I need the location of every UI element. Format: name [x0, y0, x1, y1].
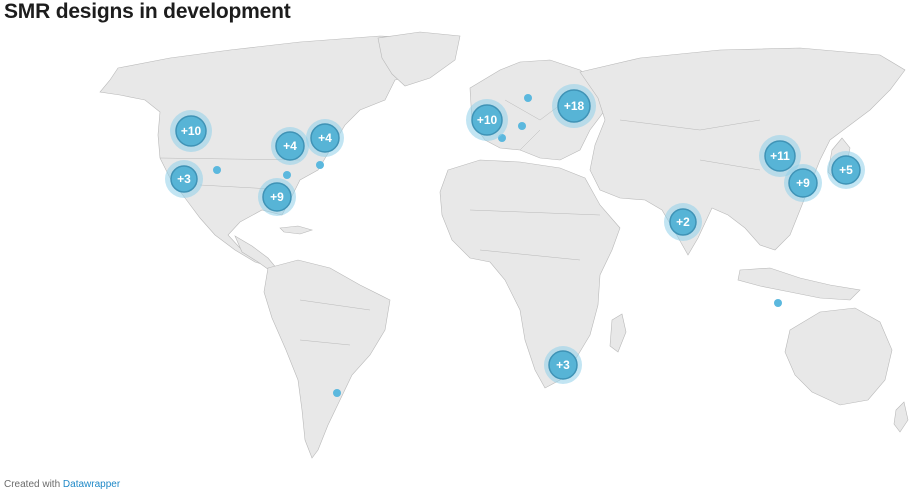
cluster-label: +11: [770, 149, 790, 163]
world-map: +10 +3 +4 +4 +9 +10 +18 +11 +9 +5 +2 +3: [99, 31, 909, 459]
cluster-label: +18: [564, 99, 585, 113]
dot-us-south: [283, 171, 291, 179]
datawrapper-link[interactable]: Datawrapper: [63, 479, 120, 490]
new-zealand-landmass: [893, 401, 909, 433]
cluster-south-africa[interactable]: +3: [544, 346, 582, 384]
dot-scandinavia: [524, 94, 532, 102]
australia-landmass: [784, 307, 893, 406]
cluster-us-midwest[interactable]: +4: [271, 127, 309, 165]
footer-credit: Created with Datawrapper: [4, 479, 120, 490]
cluster-western-europe[interactable]: +10: [466, 99, 508, 141]
asia-landmass: [579, 47, 906, 256]
dot-south-america: [333, 389, 341, 397]
dot-central-europe: [518, 122, 526, 130]
africa-landmass: [439, 159, 621, 389]
caribbean-landmass: [279, 225, 314, 235]
cluster-label: +2: [676, 215, 690, 229]
cluster-us-northeast[interactable]: +4: [306, 119, 344, 157]
dot-us-mountain: [213, 166, 221, 174]
south-america-landmass: [263, 259, 391, 459]
dot-indonesia: [774, 299, 782, 307]
footer-prefix: Created with: [4, 479, 61, 490]
cluster-east-china[interactable]: +9: [784, 164, 822, 202]
southeast-asia-islands: [737, 267, 861, 301]
cluster-label: +3: [177, 172, 191, 186]
cluster-label: +5: [839, 163, 853, 177]
cluster-label: +10: [477, 113, 498, 127]
cluster-label: +9: [796, 176, 810, 190]
cluster-label: +9: [270, 190, 284, 204]
dot-us-east: [316, 161, 324, 169]
cluster-us-northwest[interactable]: +10: [170, 110, 212, 152]
cluster-us-west[interactable]: +3: [165, 160, 203, 198]
cluster-japan[interactable]: +5: [827, 151, 865, 189]
cluster-label: +4: [283, 139, 297, 153]
cluster-russia[interactable]: +18: [552, 84, 596, 128]
cluster-label: +3: [556, 358, 570, 372]
cluster-label: +10: [181, 124, 202, 138]
cluster-india[interactable]: +2: [664, 203, 702, 241]
cluster-label: +4: [318, 131, 332, 145]
madagascar-landmass: [609, 313, 627, 353]
cluster-us-southeast[interactable]: +9: [258, 178, 296, 216]
